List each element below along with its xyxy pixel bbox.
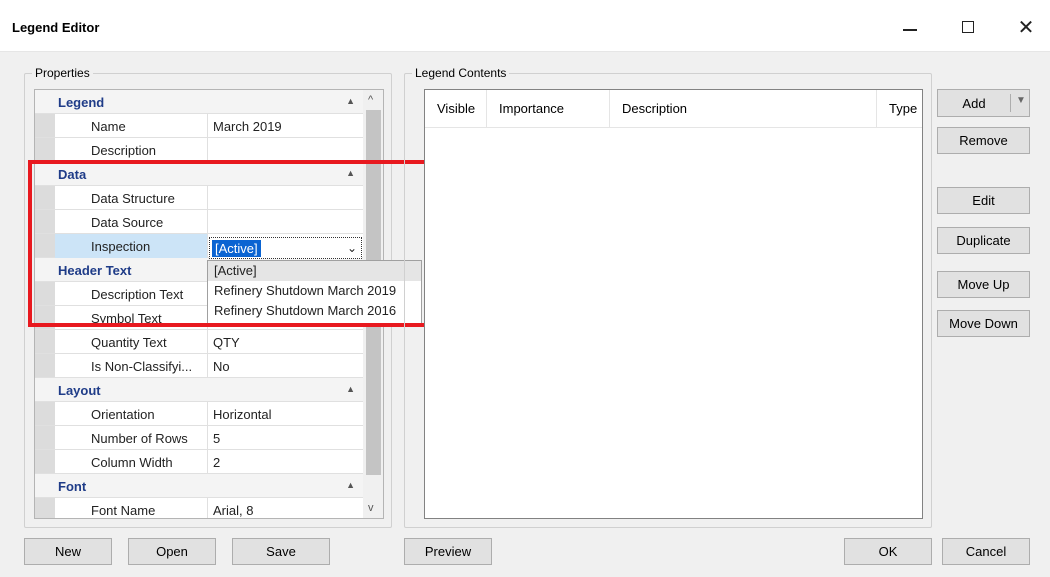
window-title: Legend Editor: [12, 20, 100, 35]
property-name: Orientation: [55, 402, 208, 426]
property-name: Column Width: [55, 450, 208, 474]
property-row[interactable]: Number of Rows 5: [35, 426, 363, 450]
collapse-icon[interactable]: ▲: [346, 96, 355, 106]
category-label: Font: [58, 479, 87, 494]
property-value[interactable]: QTY: [208, 330, 363, 354]
collapse-icon[interactable]: ▲: [346, 384, 355, 394]
property-name: Number of Rows: [55, 426, 208, 450]
property-value[interactable]: Arial, 8: [208, 498, 363, 518]
property-row[interactable]: Description: [35, 138, 363, 162]
property-name: Quantity Text: [55, 330, 208, 354]
preview-button[interactable]: Preview: [404, 538, 492, 565]
column-header-type[interactable]: Type: [877, 90, 922, 128]
open-button[interactable]: Open: [128, 538, 216, 565]
property-value[interactable]: March 2019: [208, 114, 363, 138]
save-button[interactable]: Save: [232, 538, 330, 565]
scroll-up-icon[interactable]: ^: [368, 94, 373, 106]
property-row[interactable]: Font Name Arial, 8: [35, 498, 363, 518]
minimize-icon: [903, 29, 917, 31]
property-category[interactable]: Layout ▲: [35, 378, 363, 402]
property-value[interactable]: No: [208, 354, 363, 378]
property-name: Font Name: [55, 498, 208, 518]
column-header-importance[interactable]: Importance: [487, 90, 610, 128]
property-name: Is Non-Classifyi...: [55, 354, 208, 378]
property-value[interactable]: Horizontal: [208, 402, 363, 426]
properties-group-label: Properties: [32, 66, 93, 80]
legend-contents-list[interactable]: Visible Importance Description Type: [424, 89, 923, 519]
duplicate-button[interactable]: Duplicate: [937, 227, 1030, 254]
add-button[interactable]: Add ▼: [937, 89, 1030, 117]
new-button[interactable]: New: [24, 538, 112, 565]
minimize-button[interactable]: [887, 12, 933, 42]
property-row[interactable]: Name March 2019: [35, 114, 363, 138]
property-value[interactable]: 2: [208, 450, 363, 474]
list-header: Visible Importance Description Type: [425, 90, 922, 128]
property-name: Description: [55, 138, 208, 162]
property-row[interactable]: Quantity Text QTY: [35, 330, 363, 354]
property-category[interactable]: Font ▲: [35, 474, 363, 498]
property-value[interactable]: 5: [208, 426, 363, 450]
remove-button[interactable]: Remove: [937, 127, 1030, 154]
property-row[interactable]: Is Non-Classifyi... No: [35, 354, 363, 378]
chevron-down-icon[interactable]: ▼: [1016, 95, 1026, 106]
cancel-button[interactable]: Cancel: [942, 538, 1030, 565]
move-down-button[interactable]: Move Down: [937, 310, 1030, 337]
add-button-label: Add: [962, 95, 986, 111]
close-button[interactable]: ✕: [1003, 12, 1049, 42]
split-divider: [1010, 94, 1011, 112]
move-up-button[interactable]: Move Up: [937, 271, 1030, 298]
column-header-visible[interactable]: Visible: [425, 90, 487, 128]
category-label: Layout: [58, 383, 101, 398]
property-row[interactable]: Orientation Horizontal: [35, 402, 363, 426]
scroll-down-icon[interactable]: v: [368, 502, 374, 514]
maximize-button[interactable]: [945, 12, 991, 42]
property-row[interactable]: Column Width 2: [35, 450, 363, 474]
property-name: Name: [55, 114, 208, 138]
collapse-icon[interactable]: ▲: [346, 480, 355, 490]
title-bar: Legend Editor ✕: [0, 0, 1050, 52]
property-value[interactable]: [208, 138, 363, 162]
maximize-icon: [962, 21, 974, 33]
legend-contents-group-label: Legend Contents: [412, 66, 510, 80]
highlight-annotation-box: [28, 160, 428, 327]
column-header-description[interactable]: Description: [610, 90, 877, 128]
edit-button[interactable]: Edit: [937, 187, 1030, 214]
category-label: Legend: [58, 95, 105, 110]
ok-button[interactable]: OK: [844, 538, 932, 565]
property-category[interactable]: Legend ▲: [35, 90, 363, 114]
close-icon: ✕: [1017, 16, 1035, 39]
